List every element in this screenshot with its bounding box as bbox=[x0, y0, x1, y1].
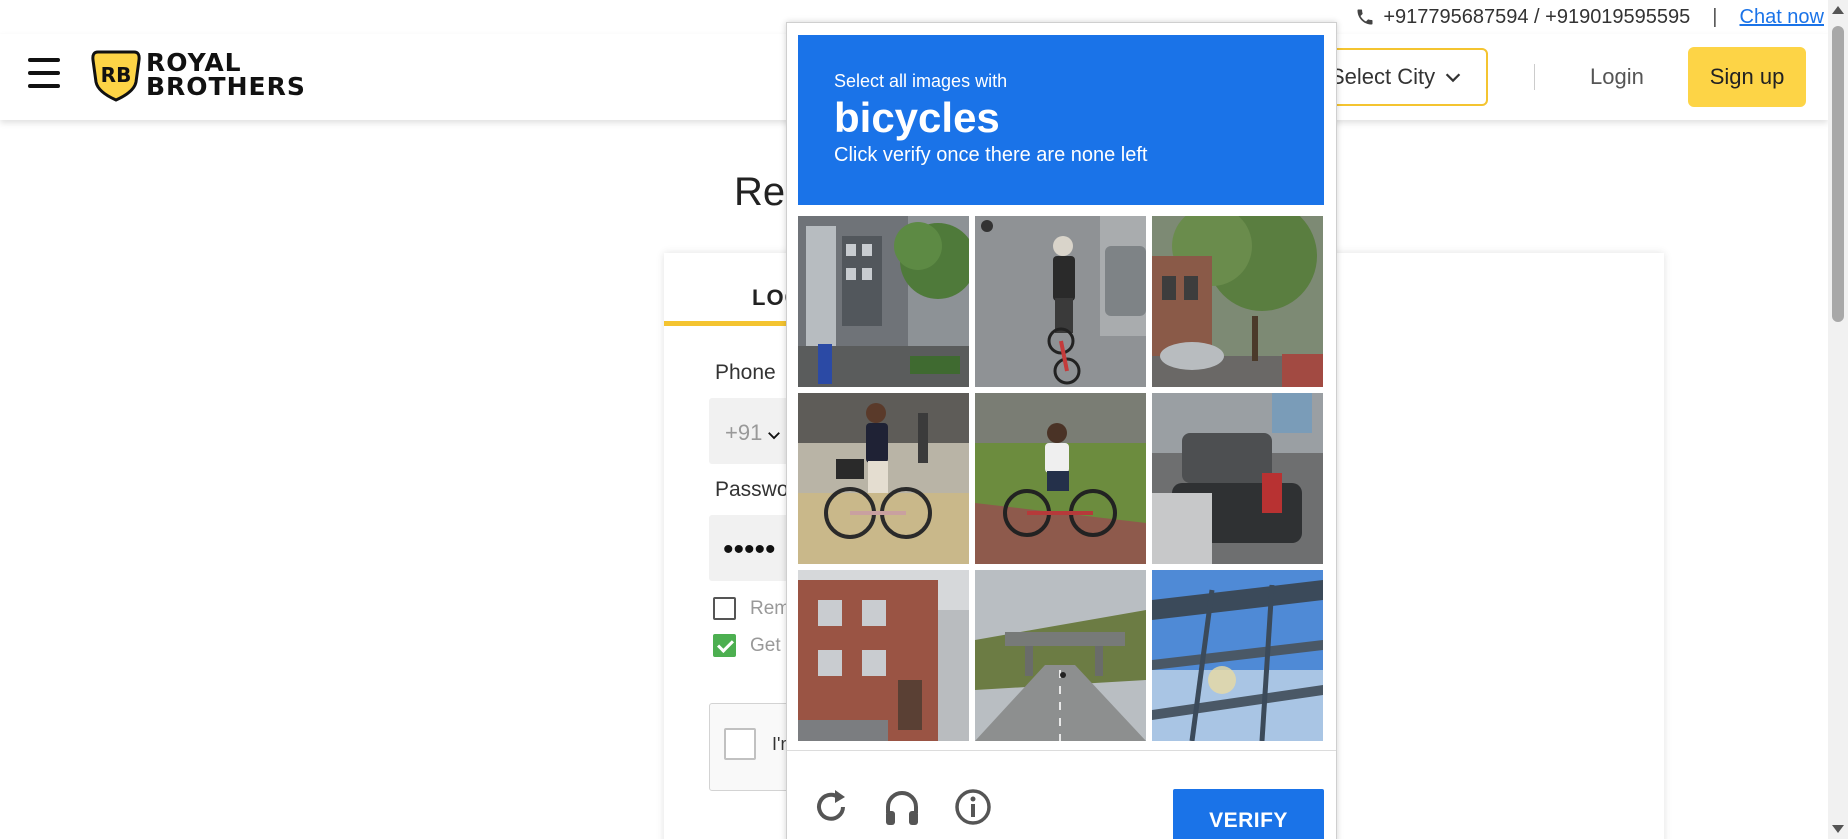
page-scrollbar[interactable] bbox=[1828, 0, 1848, 839]
scroll-up-arrow-icon[interactable] bbox=[1832, 6, 1844, 14]
scroll-down-arrow-icon[interactable] bbox=[1832, 825, 1844, 833]
password-label: Passwo bbox=[715, 478, 789, 501]
captcha-instruction: Select all images with bbox=[834, 71, 1008, 91]
phone-label: Phone bbox=[715, 361, 776, 384]
remember-me-checkbox[interactable] bbox=[713, 597, 736, 620]
updates-label: Get bbox=[750, 634, 781, 656]
header-divider bbox=[1534, 64, 1535, 90]
verify-button[interactable]: VERIFY bbox=[1173, 789, 1324, 839]
captcha-tile-5[interactable] bbox=[975, 393, 1146, 564]
login-link[interactable]: Login bbox=[1590, 64, 1644, 90]
captcha-tile-2[interactable] bbox=[975, 216, 1146, 387]
brick-building-image bbox=[798, 570, 969, 741]
updates-checkbox[interactable] bbox=[713, 634, 736, 657]
sky-bridge-image bbox=[1152, 570, 1323, 741]
page: +917795687594 / +919019595595 | Chat now… bbox=[0, 0, 1848, 839]
country-code-value: +91 bbox=[725, 420, 763, 445]
cyclist-road-image bbox=[975, 216, 1146, 387]
recaptcha-checkbox[interactable] bbox=[724, 728, 756, 760]
street-building-image bbox=[798, 216, 969, 387]
captcha-challenge: Select all images with bicycles Click ve… bbox=[786, 22, 1337, 839]
reload-icon[interactable] bbox=[811, 787, 851, 827]
remember-me-label: Rem bbox=[750, 597, 791, 619]
royal-brothers-logo[interactable]: RB ROYAL BROTHERS bbox=[90, 48, 306, 102]
cyclist-grass-image bbox=[975, 393, 1146, 564]
highway-bridge-image bbox=[975, 570, 1146, 741]
captcha-tile-6[interactable] bbox=[1152, 393, 1323, 564]
captcha-tile-7[interactable] bbox=[798, 570, 969, 741]
captcha-tile-1[interactable] bbox=[798, 216, 969, 387]
city-select-label: Select City bbox=[1330, 64, 1436, 89]
captcha-header: Select all images with bicycles Click ve… bbox=[798, 35, 1324, 205]
phone-icon bbox=[1357, 9, 1373, 25]
chevron-down-icon bbox=[1445, 73, 1461, 83]
hamburger-menu-icon[interactable] bbox=[28, 58, 60, 88]
scrollbar-thumb[interactable] bbox=[1832, 26, 1844, 322]
captcha-footer: VERIFY bbox=[787, 750, 1336, 839]
logo-monogram: RB bbox=[101, 63, 132, 87]
logo-line-2: BROTHERS bbox=[146, 72, 306, 101]
motorbike-image bbox=[1152, 393, 1323, 564]
contact-bar: +917795687594 / +919019595595 | Chat now bbox=[1355, 0, 1824, 34]
captcha-image-grid bbox=[798, 216, 1324, 741]
remember-me-row: Rem bbox=[713, 597, 790, 620]
captcha-tile-9[interactable] bbox=[1152, 570, 1323, 741]
updates-row: Get bbox=[713, 634, 781, 657]
chat-now-link[interactable]: Chat now bbox=[1740, 6, 1825, 29]
captcha-subtext: Click verify once there are none left bbox=[834, 144, 1148, 166]
captcha-tile-4[interactable] bbox=[798, 393, 969, 564]
chevron-down-icon bbox=[768, 432, 780, 440]
captcha-tile-3[interactable] bbox=[1152, 216, 1323, 387]
contact-separator: | bbox=[1712, 5, 1718, 28]
contact-phones: +917795687594 / +919019595595 bbox=[1383, 5, 1691, 28]
captcha-target: bicycles bbox=[834, 94, 1000, 141]
tab-active-indicator bbox=[664, 321, 804, 326]
info-icon[interactable] bbox=[953, 787, 993, 827]
logo-wordmark: ROYAL BROTHERS bbox=[146, 50, 306, 101]
signup-button[interactable]: Sign up bbox=[1688, 47, 1806, 107]
tree-lined-street-image bbox=[1152, 216, 1323, 387]
logo-badge-icon: RB bbox=[91, 50, 141, 102]
cyclist-sidewalk-image bbox=[798, 393, 969, 564]
audio-icon[interactable] bbox=[882, 787, 922, 827]
captcha-tile-8[interactable] bbox=[975, 570, 1146, 741]
